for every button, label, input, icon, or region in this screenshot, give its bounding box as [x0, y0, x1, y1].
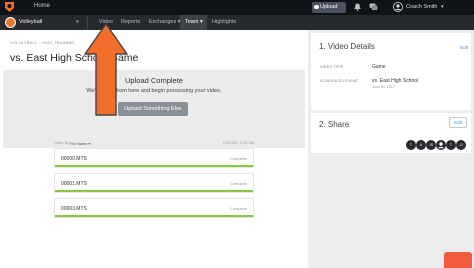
team-logo-icon — [5, 17, 16, 28]
team-switcher[interactable]: Volleyball — [19, 19, 42, 25]
upload-button-label: Upload — [320, 4, 338, 10]
help-chat-icon[interactable] — [444, 252, 472, 268]
file-row: 00003.MTS Complete — [54, 198, 254, 218]
user-menu-chevron-down-icon[interactable]: ▾ — [441, 4, 444, 10]
file-status: Complete — [229, 181, 247, 186]
home-link[interactable]: Home — [34, 3, 50, 9]
main-content: VOLLEYBALL · HUDL TRAINING vs. East High… — [0, 30, 308, 268]
upload-progress-bar — [55, 165, 253, 167]
file-status: Complete — [229, 156, 247, 161]
scheduled-event-date: June 30, 2017 — [372, 85, 395, 89]
video-type-label: VIDEO TYPE — [320, 65, 344, 69]
user-icon — [438, 142, 444, 149]
file-list-header: Order By File Name ▾ 2.54 GB / 2.54 GB — [54, 141, 254, 147]
scheduled-event-label: SCHEDULED EVENT — [320, 79, 359, 83]
nav-item-team[interactable]: Team ▾ — [185, 19, 203, 25]
avatar[interactable]: T — [406, 140, 416, 150]
file-row: 00001.MTS Complete — [54, 173, 254, 193]
upload-progress-bar — [55, 190, 253, 192]
file-status: Complete — [229, 206, 247, 211]
details-sidebar: 1. Video Details Edit VIDEO TYPE Game SC… — [308, 30, 474, 268]
upload-size-summary: 2.54 GB / 2.54 GB — [222, 141, 254, 145]
upload-progress-fill — [55, 190, 253, 192]
file-row: 00000.MTS Complete — [54, 148, 254, 168]
avatar[interactable]: JJ — [456, 140, 466, 150]
cloud-upload-icon — [314, 5, 319, 9]
video-type-value: Game — [372, 64, 386, 70]
share-card: 2. Share Edit T A JS T JJ — [311, 113, 471, 153]
annotation-arrow-icon — [84, 23, 128, 116]
video-details-title: 1. Video Details — [319, 42, 375, 51]
avatar[interactable] — [436, 140, 446, 150]
hudl-logo-icon[interactable] — [4, 1, 15, 13]
messages-icon[interactable] — [369, 3, 378, 11]
team-chevron-down-icon[interactable]: ▾ — [76, 19, 79, 25]
upload-progress-bar — [55, 215, 253, 217]
file-name: 00003.MTS — [61, 206, 87, 212]
nav-item-highlights[interactable]: Highlights — [212, 19, 236, 25]
avatar[interactable]: A — [416, 140, 426, 150]
user-name[interactable]: Coach Smith — [406, 4, 438, 10]
upload-progress-fill — [55, 165, 253, 167]
share-edit-button[interactable]: Edit — [449, 117, 467, 128]
top-bar: Home Upload Coach Smith ▾ — [0, 0, 474, 15]
file-name: 00000.MTS — [61, 156, 87, 162]
nav-item-exchanges[interactable]: Exchanges ▾ — [149, 19, 181, 25]
team-nav-bar: Volleyball ▾ Video Reports Exchanges ▾ T… — [0, 15, 474, 30]
upload-complete-title: Upload Complete — [125, 76, 183, 85]
upload-button[interactable]: Upload — [312, 2, 346, 13]
share-title: 2. Share — [319, 120, 350, 129]
upload-progress-fill — [55, 215, 253, 217]
breadcrumb[interactable]: VOLLEYBALL · HUDL TRAINING — [10, 40, 75, 45]
upload-complete-message: We'll take it from here and begin proces… — [86, 88, 222, 94]
file-name: 00001.MTS — [61, 181, 87, 187]
scheduled-event-value: vs. East High School — [372, 78, 419, 84]
avatar[interactable]: T — [446, 140, 456, 150]
video-details-card: 1. Video Details Edit VIDEO TYPE Game SC… — [311, 33, 471, 110]
order-by-label: Order By — [54, 141, 70, 145]
bell-icon[interactable] — [354, 3, 361, 11]
upload-complete-panel: Upload Complete We'll take it from here … — [3, 70, 305, 148]
video-details-edit-link[interactable]: Edit — [460, 45, 468, 50]
avatar[interactable]: JS — [426, 140, 436, 150]
order-by-select[interactable]: File Name ▾ — [70, 141, 90, 146]
user-avatar-icon[interactable] — [393, 2, 403, 12]
